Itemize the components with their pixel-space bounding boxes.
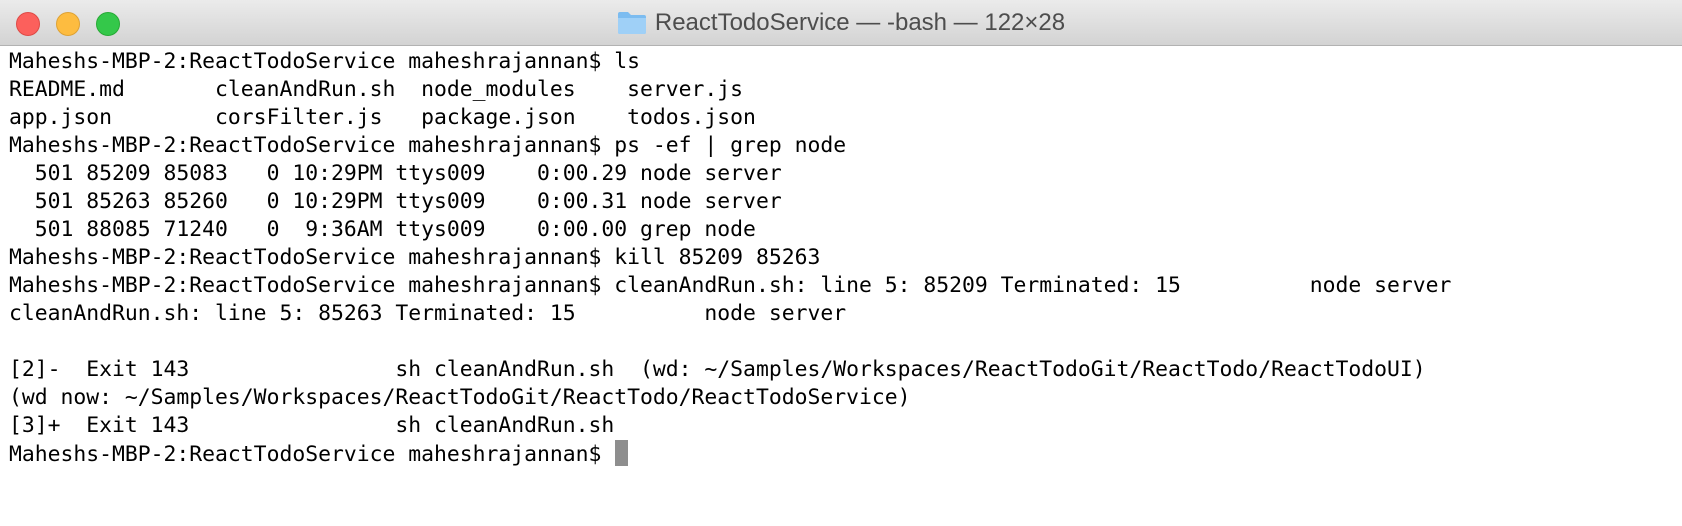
terminal-line: 501 85209 85083 0 10:29PM ttys009 0:00.2… [9, 161, 782, 186]
terminal-line: 501 88085 71240 0 9:36AM ttys009 0:00.00… [9, 217, 756, 242]
terminal-line: [3]+ Exit 143 sh cleanAndRun.sh [9, 413, 615, 438]
terminal-line: 501 85263 85260 0 10:29PM ttys009 0:00.3… [9, 189, 782, 214]
title-bar[interactable]: ReactTodoService — -bash — 122×28 [0, 0, 1682, 46]
terminal-line: Maheshs-MBP-2:ReactTodoService maheshraj… [9, 273, 1452, 298]
terminal-line: README.md cleanAndRun.sh node_modules se… [9, 77, 744, 102]
terminal-window: ReactTodoService — -bash — 122×28 Mahesh… [0, 0, 1682, 526]
prompt-line[interactable]: Maheshs-MBP-2:ReactTodoService maheshraj… [9, 440, 1669, 468]
terminal-line: [2]- Exit 143 sh cleanAndRun.sh (wd: ~/S… [9, 357, 1426, 382]
title-area: ReactTodoService — -bash — 122×28 [0, 0, 1682, 46]
terminal-line: Maheshs-MBP-2:ReactTodoService maheshraj… [9, 133, 847, 158]
window-title: ReactTodoService — -bash — 122×28 [654, 9, 1066, 36]
terminal-line: (wd now: ~/Samples/Workspaces/ReactTodoG… [9, 385, 911, 410]
terminal-line: Maheshs-MBP-2:ReactTodoService maheshraj… [9, 245, 821, 270]
shell-prompt: Maheshs-MBP-2:ReactTodoService maheshraj… [9, 442, 615, 467]
terminal-line: app.json corsFilter.js package.json todo… [9, 105, 756, 130]
terminal-line: Maheshs-MBP-2:ReactTodoService maheshraj… [9, 49, 641, 74]
text-cursor [615, 440, 629, 466]
terminal-output[interactable]: Maheshs-MBP-2:ReactTodoService maheshraj… [9, 48, 1669, 518]
terminal-line: cleanAndRun.sh: line 5: 85263 Terminated… [9, 301, 847, 326]
folder-icon [617, 12, 646, 34]
